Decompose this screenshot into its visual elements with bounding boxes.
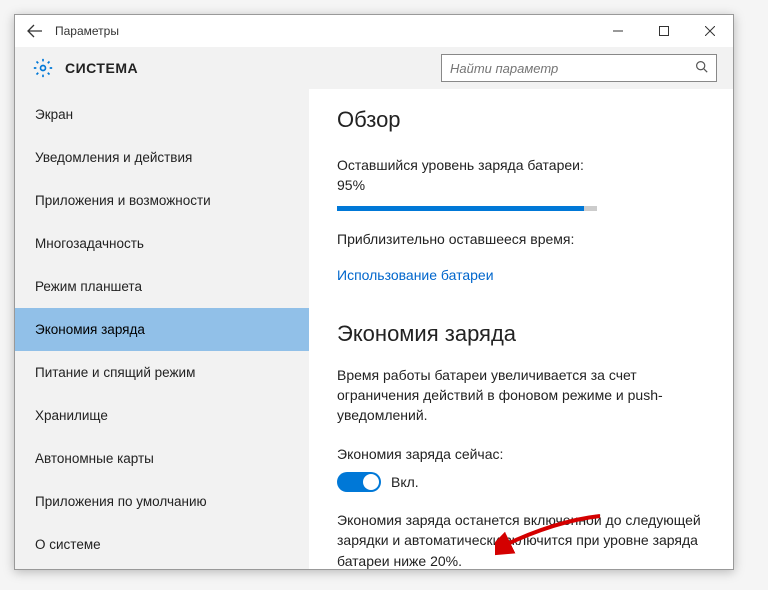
overview-heading: Обзор bbox=[337, 107, 711, 133]
sidebar-item-5[interactable]: Экономия заряда bbox=[15, 308, 309, 351]
sidebar-item-10[interactable]: О системе bbox=[15, 523, 309, 566]
sidebar-item-9[interactable]: Приложения по умолчанию bbox=[15, 480, 309, 523]
maximize-button[interactable] bbox=[641, 15, 687, 47]
battery-saver-heading: Экономия заряда bbox=[337, 321, 711, 347]
section-title: СИСТЕМА bbox=[65, 60, 138, 76]
sidebar: ЭкранУведомления и действияПриложения и … bbox=[15, 89, 309, 569]
time-remaining-block: Приблизительно оставшееся время: bbox=[337, 229, 711, 249]
arrow-left-icon bbox=[27, 23, 43, 39]
maximize-icon bbox=[659, 26, 669, 36]
window-title: Параметры bbox=[55, 24, 119, 38]
sidebar-item-1[interactable]: Уведомления и действия bbox=[15, 136, 309, 179]
toggle-state-label: Вкл. bbox=[391, 474, 419, 490]
saver-note-block: Экономия заряда останется включенной до … bbox=[337, 510, 711, 569]
saver-desc-block: Время работы батареи увеличивается за сч… bbox=[337, 365, 711, 426]
time-remaining-label: Приблизительно оставшееся время: bbox=[337, 229, 711, 249]
saver-desc: Время работы батареи увеличивается за сч… bbox=[337, 365, 711, 426]
saver-now-label: Экономия заряда сейчас: bbox=[337, 444, 711, 464]
header-row: СИСТЕМА bbox=[15, 47, 733, 89]
content-panel: Обзор Оставшийся уровень заряда батареи:… bbox=[309, 89, 733, 569]
back-button[interactable] bbox=[15, 15, 55, 47]
settings-window: Параметры СИСТЕМА ЭкранУведомления и дей… bbox=[14, 14, 734, 570]
search-icon bbox=[695, 60, 708, 76]
battery-usage-block: Использование батареи bbox=[337, 267, 711, 285]
toggle-knob bbox=[363, 474, 379, 490]
battery-progress bbox=[337, 206, 597, 211]
sidebar-item-8[interactable]: Автономные карты bbox=[15, 437, 309, 480]
battery-level-block: Оставшийся уровень заряда батареи: 95% bbox=[337, 155, 711, 211]
sidebar-item-3[interactable]: Многозадачность bbox=[15, 222, 309, 265]
search-box[interactable] bbox=[441, 54, 717, 82]
search-input[interactable] bbox=[450, 61, 695, 76]
saver-now-block: Экономия заряда сейчас: Вкл. bbox=[337, 444, 711, 492]
sidebar-item-0[interactable]: Экран bbox=[15, 93, 309, 136]
close-icon bbox=[705, 26, 715, 36]
battery-percent: 95% bbox=[337, 175, 711, 195]
sidebar-item-4[interactable]: Режим планшета bbox=[15, 265, 309, 308]
saver-toggle-row: Вкл. bbox=[337, 472, 711, 492]
battery-progress-fill bbox=[337, 206, 584, 211]
close-button[interactable] bbox=[687, 15, 733, 47]
saver-toggle[interactable] bbox=[337, 472, 381, 492]
saver-note: Экономия заряда останется включенной до … bbox=[337, 510, 711, 569]
minimize-button[interactable] bbox=[595, 15, 641, 47]
battery-level-label: Оставшийся уровень заряда батареи: bbox=[337, 155, 711, 175]
minimize-icon bbox=[613, 26, 623, 36]
window-controls bbox=[595, 15, 733, 47]
gear-icon bbox=[33, 58, 53, 78]
body: ЭкранУведомления и действияПриложения и … bbox=[15, 89, 733, 569]
titlebar: Параметры bbox=[15, 15, 733, 47]
sidebar-item-7[interactable]: Хранилище bbox=[15, 394, 309, 437]
sidebar-item-6[interactable]: Питание и спящий режим bbox=[15, 351, 309, 394]
sidebar-item-2[interactable]: Приложения и возможности bbox=[15, 179, 309, 222]
battery-usage-link[interactable]: Использование батареи bbox=[337, 267, 494, 283]
